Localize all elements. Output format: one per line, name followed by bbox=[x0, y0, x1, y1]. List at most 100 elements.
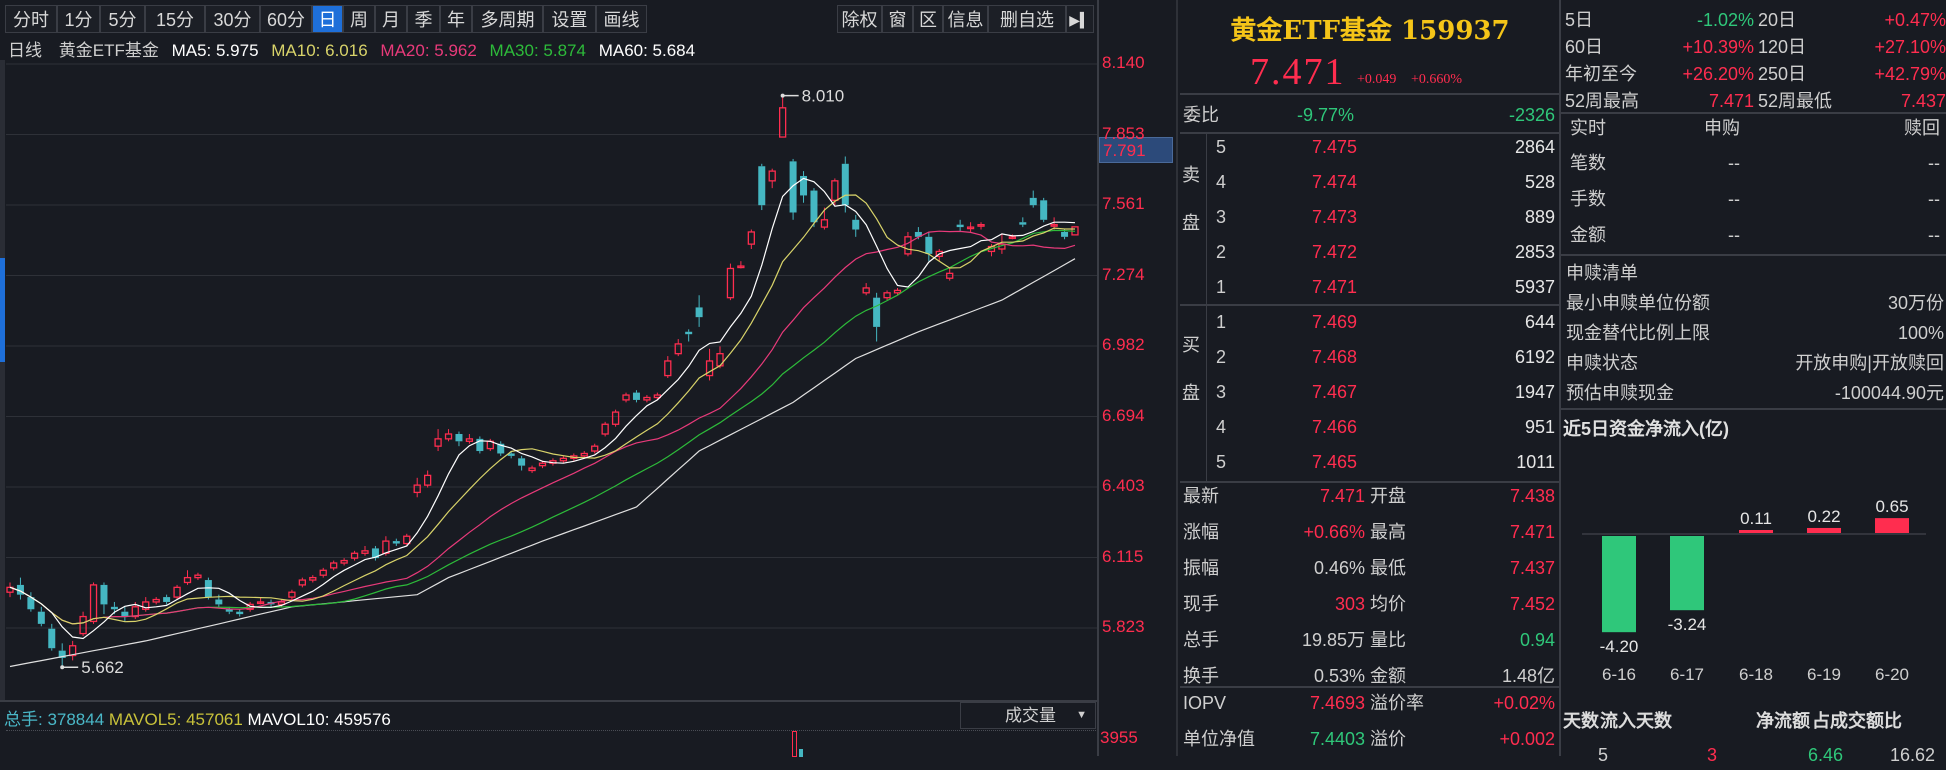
realtime-header: 赎回 bbox=[1904, 118, 1940, 138]
candle bbox=[350, 550, 359, 561]
ask-price[interactable]: 7.473 bbox=[1312, 202, 1357, 232]
creation-value: 30万份 bbox=[1887, 293, 1944, 313]
sell-side-label: 盘 bbox=[1182, 213, 1200, 233]
ask-price[interactable]: 7.471 bbox=[1312, 272, 1357, 302]
stat-value: +0.002 bbox=[1499, 729, 1555, 749]
candle bbox=[183, 570, 192, 585]
collapse-right-icon[interactable]: ▶▍ bbox=[1066, 5, 1094, 33]
period-tab-12[interactable]: 设置 bbox=[543, 5, 596, 33]
period-tab-10[interactable]: 年 bbox=[440, 5, 472, 33]
stat-label: IOPV bbox=[1183, 693, 1227, 713]
period-tab-5[interactable]: 60分 bbox=[260, 5, 312, 33]
bid-price[interactable]: 7.465 bbox=[1312, 447, 1357, 477]
stat-value: -1.02% bbox=[1696, 10, 1754, 30]
candle-body bbox=[444, 433, 453, 440]
period-tab-13[interactable]: 画线 bbox=[596, 5, 647, 33]
stat-value: +42.79% bbox=[1874, 64, 1946, 84]
candle-body bbox=[183, 576, 192, 584]
quote-title: 黄金ETF基金 159937 bbox=[1230, 16, 1510, 46]
candle bbox=[726, 263, 735, 301]
candle bbox=[455, 431, 463, 447]
creation-value: 100% bbox=[1897, 323, 1944, 343]
candle bbox=[58, 643, 66, 668]
candle bbox=[695, 295, 703, 327]
candle bbox=[309, 575, 317, 583]
weibi-label: 委比 bbox=[1183, 105, 1219, 125]
candle-body bbox=[904, 236, 912, 255]
realtime-cell: 手数 bbox=[1570, 189, 1606, 209]
candle-body bbox=[1019, 222, 1027, 225]
candle bbox=[559, 455, 568, 464]
period-tab-1[interactable]: 1分 bbox=[57, 5, 100, 33]
indicator-selector[interactable]: 成交量 ▼ bbox=[960, 702, 1096, 729]
realtime-header: 实时 bbox=[1570, 118, 1606, 138]
tool-button-4[interactable]: 删自选 bbox=[988, 5, 1066, 33]
divider bbox=[1180, 304, 1559, 306]
realtime-cell: 金额 bbox=[1570, 225, 1606, 245]
bid-price[interactable]: 7.466 bbox=[1312, 412, 1357, 442]
stat-value: 7.438 bbox=[1509, 486, 1555, 506]
period-tab-7[interactable]: 周 bbox=[343, 5, 375, 33]
extreme-label: 8.010 bbox=[802, 87, 845, 106]
candle bbox=[789, 158, 797, 220]
stat-label: 总手 bbox=[1183, 630, 1219, 650]
candle bbox=[622, 392, 630, 403]
candle bbox=[768, 168, 776, 189]
stat-value: 19.85万 bbox=[1301, 630, 1365, 650]
tool-button-1[interactable]: 窗 bbox=[882, 5, 913, 33]
candle-body bbox=[674, 343, 682, 355]
flow-table-header: 天数 bbox=[1563, 711, 1599, 731]
candle bbox=[862, 283, 870, 296]
ask-volume: 889 bbox=[1524, 207, 1555, 227]
period-tab-3[interactable]: 15分 bbox=[145, 5, 205, 33]
candle-body bbox=[611, 411, 620, 425]
creation-value: 开放申购|开放赎回 bbox=[1795, 353, 1944, 373]
candle-body bbox=[288, 591, 296, 598]
bid-price[interactable]: 7.469 bbox=[1312, 307, 1357, 337]
stat-value: 303 bbox=[1334, 594, 1365, 614]
stat-value: 7.4403 bbox=[1309, 729, 1365, 749]
period-tab-11[interactable]: 多周期 bbox=[472, 5, 543, 33]
stat-value: 7.437 bbox=[1509, 558, 1555, 578]
candle bbox=[664, 356, 672, 379]
period-tab-0[interactable]: 分时 bbox=[5, 5, 57, 33]
candle bbox=[956, 219, 964, 232]
candle-body bbox=[330, 562, 338, 569]
ma30-line bbox=[9, 229, 1076, 625]
extreme-label: 5.662 bbox=[81, 658, 124, 677]
candle bbox=[841, 156, 849, 213]
bid-price[interactable]: 7.467 bbox=[1312, 377, 1357, 407]
ask-price[interactable]: 7.475 bbox=[1312, 132, 1357, 162]
candle-body bbox=[768, 170, 776, 182]
ask-price[interactable]: 7.474 bbox=[1312, 167, 1357, 197]
candle-body bbox=[883, 292, 891, 299]
candle bbox=[194, 572, 202, 581]
candle bbox=[361, 545, 369, 556]
tool-button-3[interactable]: 信息 bbox=[943, 5, 988, 33]
ask-price[interactable]: 7.472 bbox=[1312, 237, 1357, 267]
stat-value: 0.46% bbox=[1313, 558, 1365, 578]
candle-body bbox=[841, 163, 849, 206]
bid-level: 5 bbox=[1216, 452, 1227, 472]
flow-table-header: 净流额 bbox=[1756, 711, 1810, 731]
candle-body bbox=[465, 438, 474, 442]
period-tab-4[interactable]: 30分 bbox=[205, 5, 260, 33]
creation-list-title: 申赎清单 bbox=[1566, 263, 1638, 283]
candle bbox=[946, 268, 954, 281]
candle-body bbox=[423, 474, 432, 486]
candle bbox=[319, 567, 327, 578]
tool-button-0[interactable]: 除权 bbox=[837, 5, 882, 33]
bid-level: 4 bbox=[1216, 417, 1227, 437]
stat-label: 最低 bbox=[1370, 558, 1406, 578]
period-tab-6[interactable]: 日 bbox=[312, 5, 343, 33]
ask-level: 4 bbox=[1216, 172, 1227, 192]
tool-button-2[interactable]: 区 bbox=[913, 5, 943, 33]
period-tab-9[interactable]: 季 bbox=[407, 5, 440, 33]
period-tab-8[interactable]: 月 bbox=[375, 5, 407, 33]
period-tab-2[interactable]: 5分 bbox=[100, 5, 145, 33]
bid-price[interactable]: 7.468 bbox=[1312, 342, 1357, 372]
stat-value: +0.02% bbox=[1493, 693, 1555, 713]
candle bbox=[392, 538, 400, 546]
candlestick-chart[interactable]: 8.010 5.662 bbox=[0, 0, 1100, 756]
candle bbox=[204, 577, 212, 600]
